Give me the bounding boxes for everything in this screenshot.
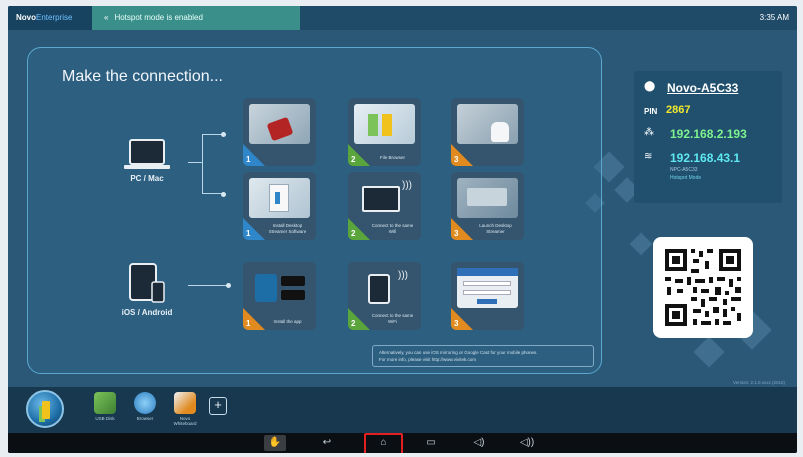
qr-code xyxy=(653,237,753,338)
dock-app-label: USB Disk xyxy=(95,416,115,421)
step-tile-pc-3: 3 xyxy=(451,98,524,166)
clock: 3:35 AM xyxy=(759,13,789,22)
step-caption: Connect to the same WiFi xyxy=(371,313,414,324)
brand-logo: NovoEnterprise xyxy=(8,6,92,30)
footnote-line: Alternatively, you can use iOS mirroring… xyxy=(379,350,538,355)
decor-diamond xyxy=(693,336,725,368)
dock-app-browser[interactable]: Browser xyxy=(130,392,160,421)
add-app-button[interactable]: + xyxy=(209,397,227,415)
volume-up-icon[interactable]: ◁)) xyxy=(516,435,538,451)
step-tile-pc-install: Install Desktop Streamer Software 1 xyxy=(243,172,316,240)
step-number: 2 xyxy=(351,155,356,164)
click-illustration xyxy=(457,104,518,144)
step-number: 2 xyxy=(351,229,356,238)
connector-dot xyxy=(226,283,231,288)
dock-app-usb-disk[interactable]: USB Disk xyxy=(90,392,120,421)
step-number: 2 xyxy=(351,319,356,328)
usb-dongle-illustration xyxy=(249,104,310,144)
step-caption: Install the app xyxy=(273,319,302,324)
footnote-box: Alternatively, you can use iOS mirroring… xyxy=(372,345,594,367)
connector-bracket xyxy=(202,134,224,194)
whiteboard-icon xyxy=(174,392,196,414)
connector-line xyxy=(188,285,228,286)
qr-code-image xyxy=(665,249,741,326)
step-tile-pc-launch: Launch Desktop Streamer 3 xyxy=(451,172,524,240)
step-number: 1 xyxy=(246,229,251,238)
hotspot-mode-label: Hotspot Mode xyxy=(670,175,702,181)
step-number: 3 xyxy=(454,229,459,238)
step-caption: Launch Desktop Streamer xyxy=(479,223,512,234)
network-icon: ⁂ xyxy=(644,127,654,138)
hotspot-icon: « xyxy=(104,13,109,22)
wifi-icon: ≋ xyxy=(644,151,653,162)
home-icon[interactable]: ⌂ xyxy=(364,433,403,453)
screenshot-icon[interactable]: ✋ xyxy=(264,435,286,451)
ios-android-label: iOS / Android xyxy=(121,308,173,317)
connector-dot xyxy=(221,192,226,197)
step-caption: File Browser xyxy=(379,155,405,160)
step-number: 1 xyxy=(246,155,251,164)
app-store-illustration xyxy=(249,268,310,308)
step-number: 1 xyxy=(246,319,251,328)
location-pin-icon: ⬤ xyxy=(644,81,656,92)
launch-illustration xyxy=(457,178,518,218)
novo-home-logo-button[interactable] xyxy=(26,390,64,428)
recent-apps-icon[interactable]: ▭ xyxy=(420,435,442,451)
step-tile-mobile-2: ))) Connect to the same WiFi 2 xyxy=(348,262,421,330)
device-screen: NovoEnterprise «Hotspot mode is enabled … xyxy=(8,6,797,453)
ios-android-device: iOS / Android xyxy=(112,262,182,317)
pin-value: 2867 xyxy=(666,104,691,116)
step-number: 3 xyxy=(454,155,459,164)
dock-app-label: Novo Whiteboard xyxy=(173,416,197,426)
step-tile-pc-2: File Browser 2 xyxy=(348,98,421,166)
pc-mac-device: PC / Mac xyxy=(112,138,182,183)
dock-app-whiteboard[interactable]: Novo Whiteboard xyxy=(170,392,200,426)
pin-label: PIN xyxy=(644,107,658,116)
device-info-panel: ⬤ Novo-A5C33 PIN 2867 ⁂ 192.168.2.193 ≋ … xyxy=(634,71,782,203)
device-name[interactable]: Novo-A5C33 xyxy=(667,81,738,95)
connector-line xyxy=(188,162,202,163)
file-browser-illustration xyxy=(354,104,415,144)
tablet-phone-icon xyxy=(129,263,165,303)
dock-app-label: Browser xyxy=(136,416,154,421)
connector-dot xyxy=(221,132,226,137)
pc-mac-label: PC / Mac xyxy=(130,174,164,183)
step-caption: Connect to the same Wifi xyxy=(371,223,414,234)
software-box-illustration xyxy=(249,178,310,218)
hotspot-notification[interactable]: « Hotspot mode is enabled xyxy=(92,6,300,30)
decor-diamond xyxy=(629,232,653,256)
connection-guide-panel: Make the connection... PC / Mac 1 File B… xyxy=(27,47,602,374)
step-tile-mobile-3: 3 xyxy=(451,262,524,330)
hotspot-ip-address: 192.168.43.1 xyxy=(670,151,741,165)
step-tile-pc-1: 1 xyxy=(243,98,316,166)
version-text: Version: 2.1.0.xxxx (2015) xyxy=(732,380,785,385)
top-status-bar: NovoEnterprise «Hotspot mode is enabled … xyxy=(8,6,797,30)
lan-ip-address: 192.168.2.193 xyxy=(670,127,747,141)
laptop-icon xyxy=(124,139,170,169)
app-login-illustration xyxy=(457,268,518,308)
hotspot-message: Hotspot mode is enabled xyxy=(114,13,203,22)
wifi-laptop-illustration: ))) xyxy=(354,178,415,218)
step-tile-mobile-1: Install the app 1 xyxy=(243,262,316,330)
volume-down-icon[interactable]: ◁) xyxy=(468,435,490,451)
browser-icon xyxy=(134,392,156,414)
wifi-tablet-illustration: ))) xyxy=(354,268,415,308)
step-tile-pc-wifi: ))) Connect to the same Wifi 2 xyxy=(348,172,421,240)
step-number: 3 xyxy=(454,319,459,328)
back-icon[interactable]: ↩ xyxy=(316,435,338,451)
footnote-line: For more info, please visit http://www.v… xyxy=(379,357,477,362)
step-caption: Install Desktop Streamer Software xyxy=(268,223,307,234)
usb-disk-icon xyxy=(94,392,116,414)
app-dock: USB Disk Browser Novo Whiteboard + xyxy=(8,387,797,433)
android-navigation-bar: ✋ ↩ ⌂ ▭ ◁) ◁)) xyxy=(8,433,797,453)
panel-title: Make the connection... xyxy=(62,68,223,85)
hotspot-ssid: NPC-A5C33 xyxy=(670,167,698,173)
